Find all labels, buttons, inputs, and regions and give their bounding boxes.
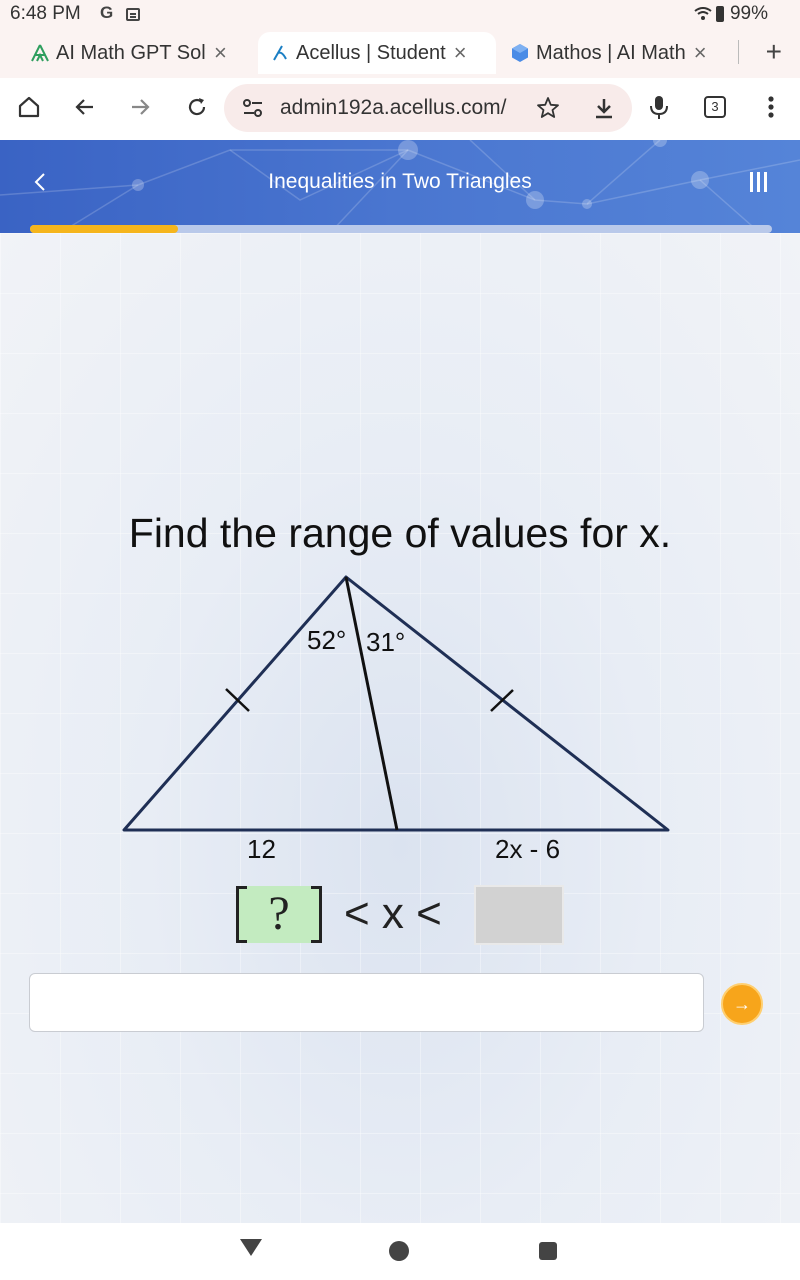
lesson-progress-bar: [30, 225, 772, 233]
answer-placeholder: ?: [268, 887, 290, 940]
side-right-label: 2x - 6: [495, 834, 560, 864]
nav-back-icon[interactable]: [240, 1239, 262, 1256]
back-arrow-icon[interactable]: [70, 92, 100, 122]
triangle-diagram: 52° 31° 12 2x - 6: [122, 575, 670, 864]
url-text: admin192a.acellus.com/: [280, 96, 507, 119]
tab-label: Acellus | Student: [296, 41, 446, 64]
battery-percent: 99%: [729, 3, 768, 24]
question-area: Find the range of values for x. 52° 31° …: [0, 233, 800, 1223]
more-options-icon[interactable]: [756, 92, 786, 122]
battery-icon: [715, 6, 724, 22]
lesson-progress-fill: [30, 225, 179, 233]
wifi-icon: [694, 7, 712, 20]
status-indicators: 99%: [694, 3, 768, 25]
status-time: 6:48 PM: [10, 3, 81, 24]
site-settings-icon[interactable]: [242, 98, 264, 118]
home-icon[interactable]: [14, 92, 44, 122]
star-icon[interactable]: [536, 96, 560, 120]
arrow-right-icon: →: [733, 993, 751, 1014]
download-icon[interactable]: [592, 96, 616, 120]
google-icon: G: [100, 3, 114, 22]
new-tab-button[interactable]: +: [766, 36, 782, 68]
tab-ai-math-gpt[interactable]: AI Math GPT Solv ×: [30, 32, 252, 74]
tab-strip: AI Math GPT Solv × Acellus | Student × M…: [0, 28, 800, 78]
reload-icon[interactable]: [182, 92, 212, 122]
address-bar[interactable]: admin192a.acellus.com/: [224, 84, 632, 132]
nav-home-icon[interactable]: [389, 1241, 409, 1261]
ai-math-favicon-icon: [31, 44, 49, 62]
angle-left-label: 52°: [307, 625, 346, 655]
mathos-favicon-icon: [512, 44, 528, 62]
triangle-outline: [122, 575, 670, 832]
answer-inequality: ? < x <: [234, 883, 574, 947]
tab-separator: [738, 40, 739, 64]
question-text: Find the range of values for x.: [128, 510, 672, 556]
microphone-icon[interactable]: [644, 92, 674, 122]
close-icon[interactable]: ×: [214, 40, 227, 66]
inequality-text: < x <: [344, 889, 442, 938]
side-left-label: 12: [247, 834, 276, 864]
tab-acellus-student[interactable]: Acellus | Student ×: [258, 32, 496, 74]
answer-input[interactable]: [29, 973, 704, 1032]
close-icon[interactable]: ×: [454, 40, 467, 66]
nav-recents-icon[interactable]: [539, 1242, 557, 1260]
lesson-header: Inequalities in Two Triangles: [0, 140, 800, 233]
forward-arrow-icon[interactable]: [125, 92, 155, 122]
browser-toolbar: admin192a.acellus.com/ 3: [0, 78, 800, 140]
menu-icon[interactable]: [748, 172, 770, 192]
lesson-title: Inequalities in Two Triangles: [268, 170, 532, 193]
tab-label: AI Math GPT Solv: [56, 41, 206, 64]
acellus-favicon-icon: [273, 45, 287, 61]
tab-label: Mathos | AI Math: [536, 41, 686, 64]
tab-count-button[interactable]: 3: [704, 96, 726, 118]
news-icon: [126, 8, 140, 21]
status-bar: 6:48 PM G 99%: [0, 0, 800, 28]
system-nav-bar: [0, 1223, 800, 1280]
submit-button[interactable]: →: [721, 983, 763, 1025]
close-icon[interactable]: ×: [694, 40, 707, 66]
lower-bound-answer-box[interactable]: ?: [236, 886, 322, 943]
triangle-segment: [344, 576, 399, 831]
angle-right-label: 31°: [366, 627, 405, 657]
tab-mathos[interactable]: Mathos | AI Math ×: [510, 32, 732, 74]
upper-bound-answer-box[interactable]: [474, 885, 564, 945]
